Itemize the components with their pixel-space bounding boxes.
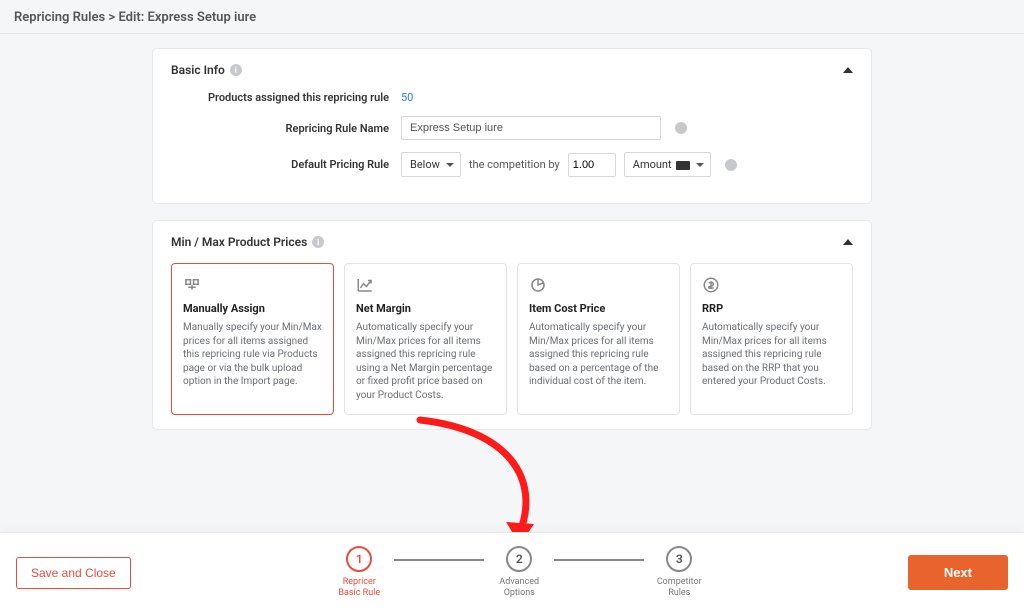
minmax-card: Min / Max Product Prices i Manually Assi… — [152, 220, 872, 430]
pie-icon — [529, 276, 668, 294]
breadcrumb: Repricing Rules > Edit: Express Setup iu… — [0, 0, 1024, 34]
save-and-close-button[interactable]: Save and Close — [16, 557, 131, 589]
breadcrumb-root[interactable]: Repricing Rules — [14, 10, 105, 25]
rule-name-input[interactable] — [401, 116, 661, 140]
products-assigned-label: Products assigned this repricing rule — [171, 91, 401, 104]
option-net-margin[interactable]: Net Margin Automatically specify your Mi… — [344, 263, 507, 415]
chart-icon — [356, 276, 495, 294]
basic-info-title: Basic Info — [171, 63, 225, 77]
info-icon[interactable]: i — [675, 122, 687, 134]
dollar-icon — [702, 276, 841, 294]
basic-info-card: Basic Info i Products assigned this repr… — [152, 48, 872, 204]
competition-text: the competition by — [469, 158, 560, 171]
rule-name-label: Repricing Rule Name — [171, 122, 401, 135]
manual-icon — [183, 276, 322, 294]
collapse-icon[interactable] — [843, 67, 853, 73]
products-count-link[interactable]: 50 — [401, 91, 413, 104]
step-connector — [394, 559, 484, 561]
breadcrumb-page: Edit: Express Setup iure — [118, 10, 256, 25]
step-circle: 2 — [506, 546, 532, 572]
step-circle: 3 — [666, 546, 692, 572]
step-connector — [554, 559, 644, 561]
option-title: Manually Assign — [183, 302, 322, 315]
next-button[interactable]: Next — [908, 555, 1008, 590]
step-label-line1: Repricer — [343, 577, 376, 587]
step-label-line1: Competitor — [657, 577, 702, 587]
minmax-title: Min / Max Product Prices — [171, 235, 307, 249]
step-3[interactable]: 3 Competitor Rules — [644, 546, 714, 599]
step-circle: 1 — [346, 546, 372, 572]
option-title: RRP — [702, 302, 841, 315]
step-2[interactable]: 2 Advanced Options — [484, 546, 554, 599]
position-select[interactable]: Below — [401, 152, 461, 177]
step-label-line1: Advanced — [499, 577, 539, 587]
footer-bar: Save and Close 1 Repricer Basic Rule 2 A… — [0, 532, 1024, 612]
type-select[interactable]: Amount — [624, 152, 711, 177]
option-desc: Automatically specify your Min/Max price… — [356, 321, 495, 402]
info-icon[interactable]: i — [230, 64, 242, 76]
collapse-icon[interactable] — [843, 239, 853, 245]
option-desc: Automatically specify your Min/Max price… — [702, 321, 841, 389]
option-title: Net Margin — [356, 302, 495, 315]
default-rule-label: Default Pricing Rule — [171, 158, 401, 171]
step-label-line2: Rules — [668, 588, 690, 598]
step-1[interactable]: 1 Repricer Basic Rule — [324, 546, 394, 599]
option-desc: Automatically specify your Min/Max price… — [529, 321, 668, 389]
option-desc: Manually specify your Min/Max prices for… — [183, 321, 322, 389]
currency-flag-icon — [676, 161, 690, 170]
info-icon[interactable]: i — [725, 159, 737, 171]
option-rrp[interactable]: RRP Automatically specify your Min/Max p… — [690, 263, 853, 415]
option-item-cost-price[interactable]: Item Cost Price Automatically specify yo… — [517, 263, 680, 415]
step-label-line2: Basic Rule — [338, 588, 380, 598]
step-label-line2: Options — [504, 588, 535, 598]
breadcrumb-sep: > — [108, 10, 115, 25]
option-manually-assign[interactable]: Manually Assign Manually specify your Mi… — [171, 263, 334, 415]
info-icon[interactable]: i — [312, 236, 324, 248]
progress-stepper: 1 Repricer Basic Rule 2 Advanced Options… — [131, 546, 908, 599]
type-select-label: Amount — [633, 158, 672, 171]
option-title: Item Cost Price — [529, 302, 668, 315]
amount-input[interactable] — [568, 153, 616, 177]
